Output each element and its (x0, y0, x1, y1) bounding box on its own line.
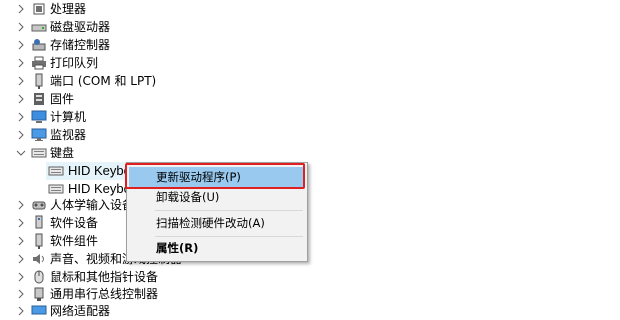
storage-controller-icon (31, 37, 47, 53)
chevron-right-icon[interactable] (16, 268, 26, 286)
tree-item-label: 人体学输入设备 (50, 198, 135, 212)
processor-icon (31, 1, 47, 17)
disk-drive-icon (31, 19, 47, 35)
annotation-highlight-box (125, 163, 305, 189)
keyboard-device-icon (48, 163, 64, 179)
chevron-right-icon[interactable] (16, 18, 26, 36)
chevron-right-icon[interactable] (16, 0, 26, 18)
mouse-icon (31, 269, 47, 285)
menu-separator (155, 236, 303, 237)
usb-icon (31, 286, 47, 302)
tree-item-label: 磁盘驱动器 (50, 20, 111, 34)
computer-icon (31, 109, 47, 125)
software-device-icon (31, 215, 47, 231)
chevron-right-icon[interactable] (16, 302, 26, 320)
tree-item-label: 固件 (50, 92, 75, 106)
software-component-icon (31, 233, 47, 249)
menu-item-scan-hardware-changes[interactable]: 扫描检测硬件改动(A) (129, 213, 303, 233)
menu-separator (155, 210, 303, 211)
keyboard-icon (31, 145, 47, 161)
tree-item-label: 计算机 (50, 110, 87, 124)
tree-item-label: 通用串行总线控制器 (50, 287, 159, 301)
tree-item-label: 存储控制器 (50, 38, 111, 52)
hid-icon (31, 197, 47, 213)
chevron-right-icon[interactable] (16, 108, 26, 126)
chevron-right-icon[interactable] (16, 126, 26, 144)
tree-item-label: 软件组件 (50, 234, 99, 248)
menu-item-uninstall-device[interactable]: 卸载设备(U) (129, 187, 303, 207)
chevron-right-icon[interactable] (16, 72, 26, 90)
chevron-down-icon[interactable] (16, 144, 26, 162)
chevron-right-icon[interactable] (16, 54, 26, 72)
chevron-right-icon[interactable] (16, 36, 26, 54)
chevron-right-icon[interactable] (16, 285, 26, 303)
tree-item-label: 鼠标和其他指针设备 (50, 270, 159, 284)
port-icon (31, 73, 47, 89)
menu-item-properties[interactable]: 属性(R) (129, 238, 303, 258)
chevron-right-icon[interactable] (16, 232, 26, 250)
monitor-icon (31, 127, 47, 143)
network-adapter-icon (31, 303, 47, 319)
printer-icon (31, 55, 47, 71)
chevron-right-icon[interactable] (16, 250, 26, 268)
chevron-right-icon[interactable] (16, 214, 26, 232)
tree-item-label: 监视器 (50, 128, 87, 142)
tree-item-label: 端口 (COM 和 LPT) (50, 74, 157, 88)
sound-icon (31, 251, 47, 267)
tree-item-label: 打印队列 (50, 56, 99, 70)
tree-item-label: 键盘 (50, 146, 75, 160)
firmware-icon (31, 91, 47, 107)
keyboard-device-icon (48, 181, 64, 197)
tree-item-label: 处理器 (50, 2, 87, 16)
chevron-right-icon[interactable] (16, 90, 26, 108)
tree-item-label: 软件设备 (50, 216, 99, 230)
chevron-right-icon[interactable] (16, 196, 26, 214)
tree-item-label: 网络适配器 (50, 304, 111, 318)
